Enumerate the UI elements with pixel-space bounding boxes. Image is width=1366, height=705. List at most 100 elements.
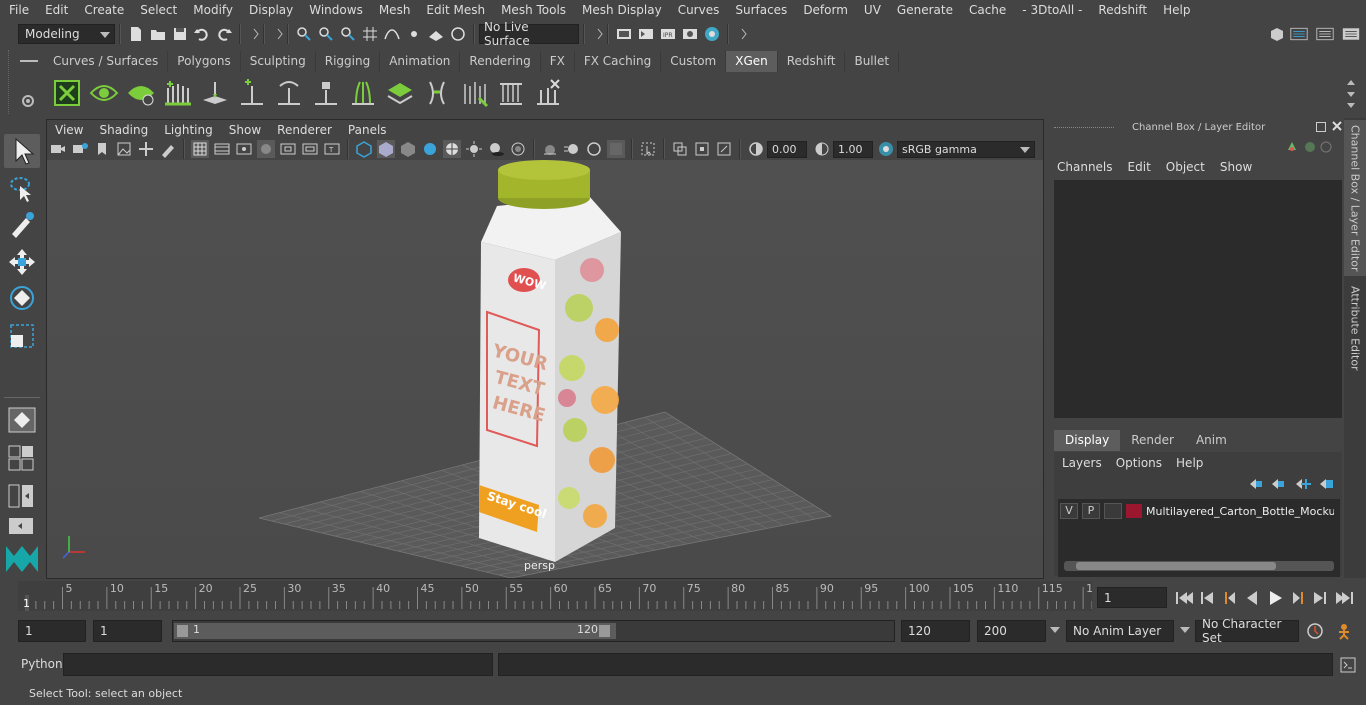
shelf-tab-fx-caching[interactable]: FX Caching: [575, 51, 662, 72]
wireframe-icon[interactable]: [355, 140, 373, 158]
frame-selection-icon[interactable]: [693, 140, 711, 158]
safe-title-icon[interactable]: T: [323, 140, 341, 158]
snap-view-icon[interactable]: [449, 25, 467, 43]
script-editor-icon[interactable]: [1339, 656, 1357, 674]
viewport-menu-view[interactable]: View: [47, 123, 91, 137]
select-component-icon[interactable]: [339, 25, 357, 43]
xgen-layer-icon[interactable]: [385, 78, 415, 108]
xgen-guide-spline-icon[interactable]: [348, 78, 378, 108]
shelf-tab-animation[interactable]: Animation: [380, 51, 461, 72]
viewport-menu-lighting[interactable]: Lighting: [156, 123, 221, 137]
new-scene-icon[interactable]: [127, 25, 145, 43]
snap-surface-icon[interactable]: [427, 25, 445, 43]
frame-all-icon[interactable]: [671, 140, 689, 158]
xgen-delete-guides-icon[interactable]: [533, 78, 563, 108]
textured-icon[interactable]: [443, 140, 461, 158]
menu-edit-mesh[interactable]: Edit Mesh: [417, 3, 492, 17]
playback-end-field[interactable]: 120: [901, 620, 970, 642]
tool-settings-toggle-icon[interactable]: [1316, 25, 1338, 43]
ambient-occlusion-icon[interactable]: [541, 140, 559, 158]
xgen-lock-guides-icon[interactable]: [311, 78, 341, 108]
default-material-icon[interactable]: [399, 140, 417, 158]
shelf-tab-fx[interactable]: FX: [541, 51, 575, 72]
menu-redshift[interactable]: Redshift: [1089, 3, 1154, 17]
scale-tool-icon[interactable]: [6, 320, 38, 352]
xgen-bend-guides-icon[interactable]: [422, 78, 452, 108]
gamma-icon[interactable]: [813, 140, 831, 158]
collapse-arrow-icon[interactable]: [271, 25, 283, 43]
two-view-layout-icon[interactable]: [6, 483, 36, 509]
frame-zoom-icon[interactable]: [715, 140, 733, 158]
shelf-tab-sculpting[interactable]: Sculpting: [241, 51, 316, 72]
color-management-icon[interactable]: [877, 140, 895, 158]
xgen-preview-icon[interactable]: [89, 78, 119, 108]
auto-key-icon[interactable]: [1334, 622, 1354, 640]
film-gate-icon[interactable]: [213, 140, 231, 158]
channelbox-menu-edit[interactable]: Edit: [1125, 160, 1163, 178]
select-hierarchy-icon[interactable]: [295, 25, 313, 43]
xgen-add-guide-icon[interactable]: [237, 78, 267, 108]
layer-menu-options[interactable]: Options: [1116, 456, 1176, 474]
shelf-menu-icon[interactable]: [20, 60, 38, 64]
shelf-tab-redshift[interactable]: Redshift: [778, 51, 846, 72]
viewport-menu-renderer[interactable]: Renderer: [269, 123, 340, 137]
channel-box-toggle-icon[interactable]: [1342, 25, 1364, 43]
channelbox-menu-object[interactable]: Object: [1163, 160, 1217, 178]
menuset-dropdown[interactable]: Modeling: [18, 24, 115, 44]
collapse-arrow-icon[interactable]: [591, 25, 603, 43]
menu-mesh-tools[interactable]: Mesh Tools: [492, 3, 573, 17]
command-input[interactable]: [63, 653, 493, 676]
exposure-field[interactable]: 0.00: [767, 140, 807, 158]
layers-horizontal-scrollbar[interactable]: [1064, 561, 1334, 571]
isolate-select-icon[interactable]: [639, 140, 657, 158]
3d-viewport[interactable]: WOW YOUR TEXT HERE Stay cool persp: [47, 160, 1043, 579]
animation-start-field[interactable]: 1: [18, 620, 86, 642]
layer-visibility-toggle[interactable]: V: [1060, 503, 1078, 519]
rotate-tool-icon[interactable]: [6, 282, 38, 314]
xgen-comb-icon[interactable]: [496, 78, 526, 108]
layer-menu-layers[interactable]: Layers: [1062, 456, 1116, 474]
resolution-gate-icon[interactable]: [235, 140, 253, 158]
menu-mesh-display[interactable]: Mesh Display: [573, 3, 669, 17]
collapse-arrow-icon[interactable]: [247, 25, 259, 43]
command-language-label[interactable]: Python: [21, 657, 63, 671]
range-end-grip[interactable]: [599, 625, 610, 637]
channelbox-menu-show[interactable]: Show: [1217, 160, 1264, 178]
menu-edit[interactable]: Edit: [36, 3, 75, 17]
xray-icon[interactable]: [509, 140, 527, 158]
select-camera-icon[interactable]: [49, 140, 67, 158]
close-panel-icon[interactable]: [1331, 120, 1343, 132]
layer-tab-anim[interactable]: Anim: [1184, 430, 1238, 451]
xgen-clear-icon[interactable]: [126, 78, 156, 108]
menu-surfaces[interactable]: Surfaces: [726, 3, 794, 17]
four-view-layout-icon[interactable]: [6, 443, 36, 473]
viewport-menu-show[interactable]: Show: [221, 123, 269, 137]
chevron-down-icon[interactable]: [1050, 627, 1060, 633]
menu-windows[interactable]: Windows: [300, 3, 370, 17]
menu-3dtoall[interactable]: - 3DtoAll -: [1013, 3, 1089, 17]
layer-tab-display[interactable]: Display: [1054, 430, 1121, 451]
anim-prefs-icon[interactable]: [1306, 622, 1324, 640]
layer-row[interactable]: V P Multilayered_Carton_Bottle_Mockup_: [1060, 501, 1340, 521]
animation-end-field[interactable]: 200: [977, 620, 1046, 642]
undo-icon[interactable]: [193, 25, 211, 43]
shelf-tab-rigging[interactable]: Rigging: [316, 51, 381, 72]
safe-action-icon[interactable]: [301, 140, 319, 158]
menu-generate[interactable]: Generate: [888, 3, 960, 17]
menu-select[interactable]: Select: [131, 3, 184, 17]
anim-layer-dropdown[interactable]: No Anim Layer: [1066, 620, 1174, 642]
gamma-field[interactable]: 1.00: [833, 140, 873, 158]
shelf-handle[interactable]: [8, 50, 14, 114]
shelf-scroll-arrows-icon[interactable]: [1344, 76, 1358, 112]
menu-create[interactable]: Create: [75, 3, 131, 17]
shelf-tab-rendering[interactable]: Rendering: [460, 51, 541, 72]
depth-of-field-icon[interactable]: [607, 140, 625, 158]
menu-file[interactable]: File: [0, 3, 36, 17]
float-panel-icon[interactable]: [1316, 122, 1326, 132]
collapse-arrow-icon[interactable]: [735, 25, 747, 43]
bookmark-icon[interactable]: [93, 140, 111, 158]
menu-uv[interactable]: UV: [855, 3, 888, 17]
menu-modify[interactable]: Modify: [184, 3, 240, 17]
render-frame-icon[interactable]: [637, 25, 655, 43]
hypershade-icon[interactable]: [703, 25, 721, 43]
